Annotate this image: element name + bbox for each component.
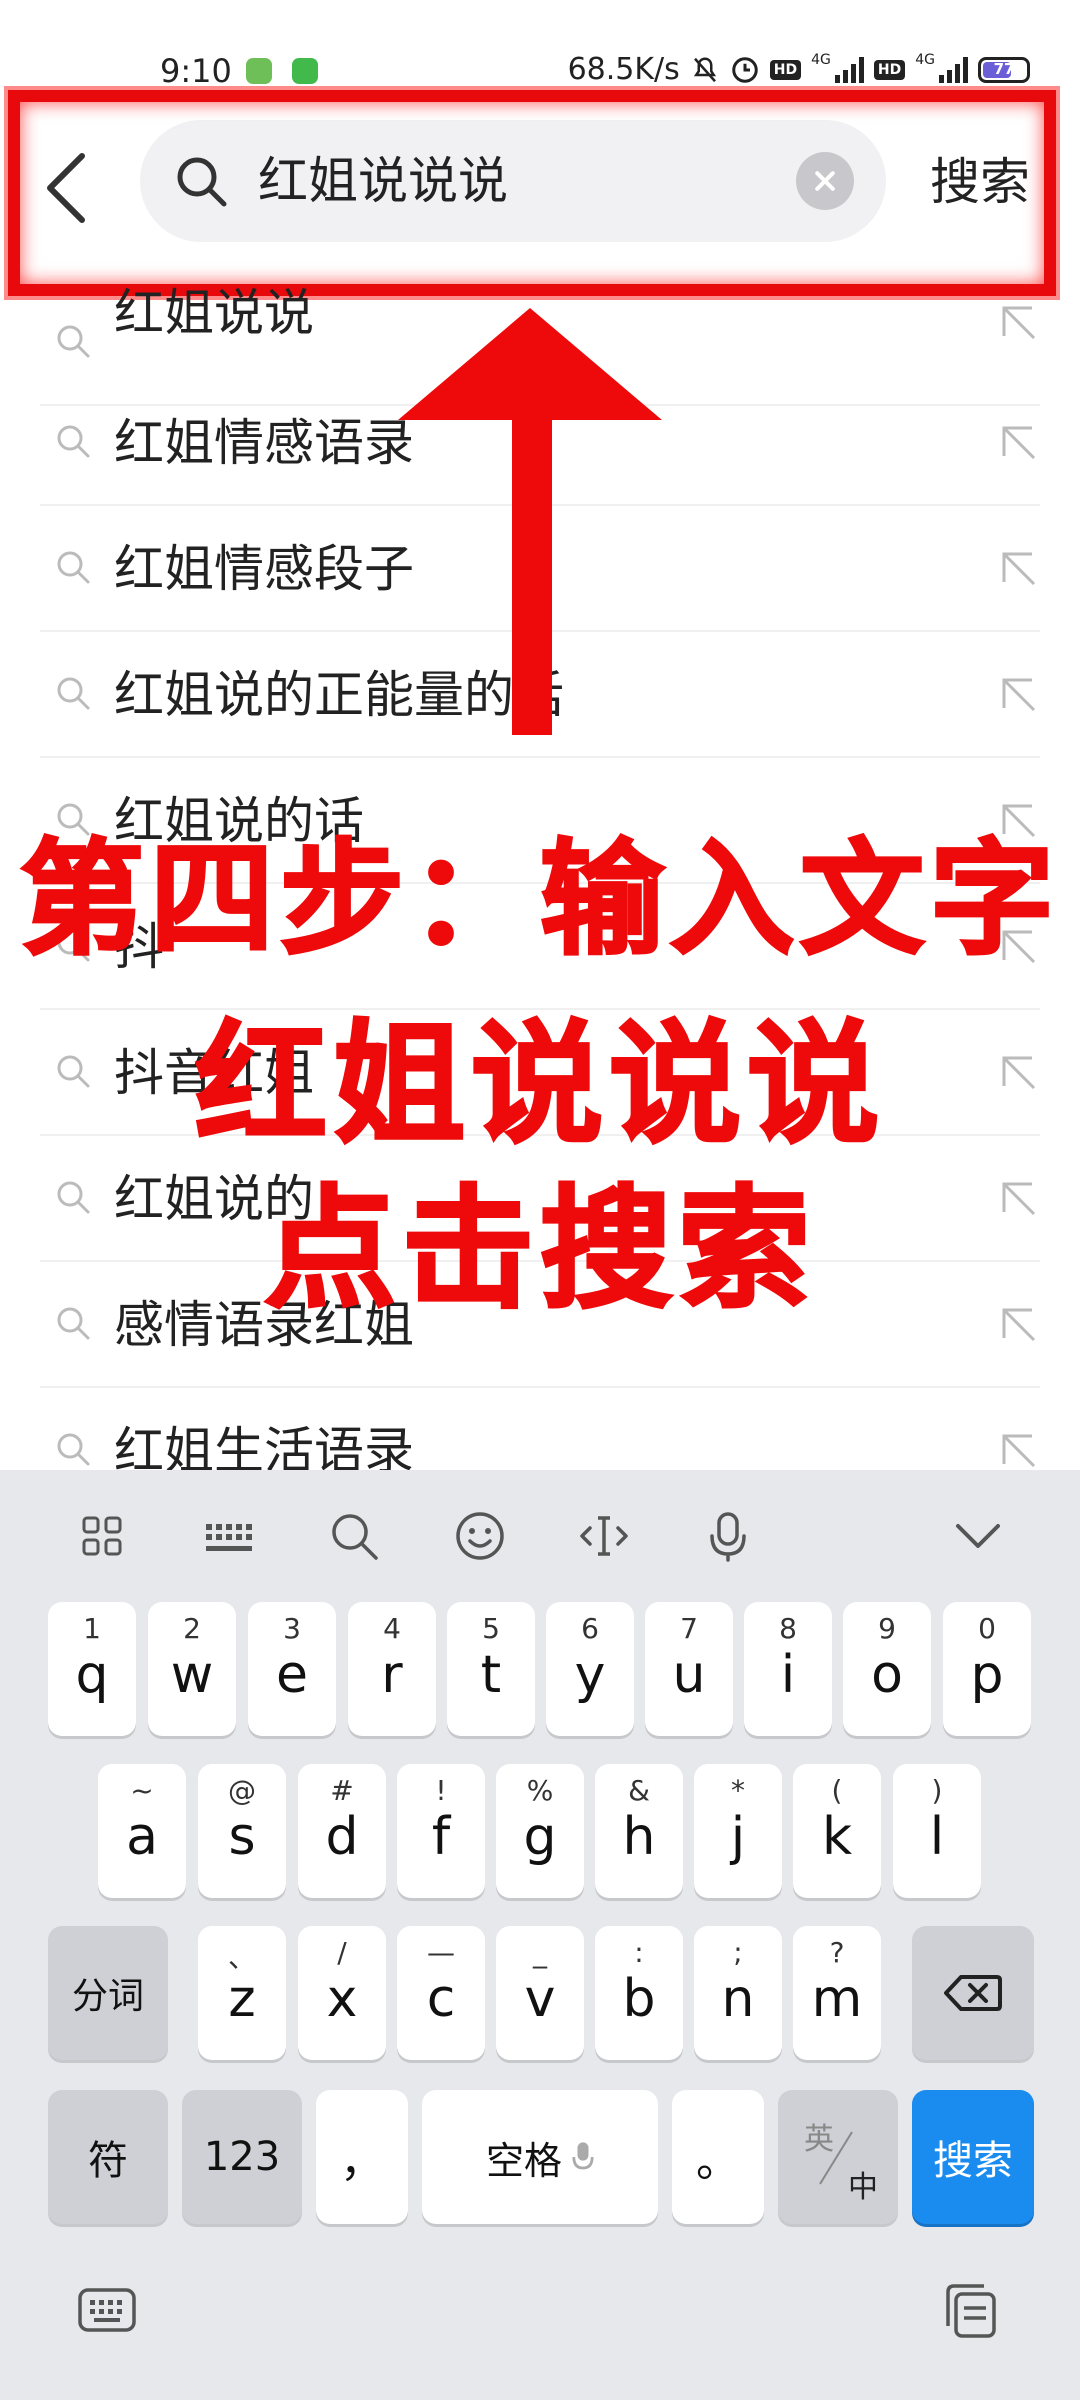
overlay-step-action: 点击搜索 bbox=[263, 1172, 816, 1329]
fill-query-arrow-icon[interactable] bbox=[996, 420, 1040, 464]
key-m[interactable]: ? m bbox=[793, 1926, 881, 2060]
language-switch-key[interactable]: 英 中 bbox=[778, 2090, 898, 2224]
signal-strength-icon-2 bbox=[939, 56, 968, 83]
symbol-key[interactable]: 符 bbox=[48, 2090, 168, 2224]
network-type-label-2: 4G bbox=[915, 52, 935, 68]
space-label: 空格 bbox=[485, 2138, 562, 2183]
microphone-icon[interactable] bbox=[700, 1508, 756, 1564]
clipboard-icon[interactable] bbox=[940, 2280, 1002, 2342]
keyboard-layout-icon[interactable] bbox=[200, 1508, 256, 1564]
notification-app-icon bbox=[246, 58, 272, 84]
period-key[interactable]: 。 bbox=[672, 2090, 764, 2224]
key-b[interactable]: :b bbox=[595, 1926, 683, 2060]
grid-menu-icon[interactable] bbox=[74, 1508, 130, 1564]
backspace-key[interactable] bbox=[912, 1926, 1034, 2060]
chevron-down-icon[interactable] bbox=[950, 1508, 1006, 1564]
hd-badge-2: HD bbox=[873, 59, 906, 80]
overlay-step-query: 红姐说说说 bbox=[194, 1007, 885, 1164]
key-u[interactable]: 7u bbox=[645, 1602, 733, 1736]
space-key[interactable]: 空格 bbox=[422, 2090, 658, 2224]
battery-icon: 77 bbox=[978, 56, 1030, 83]
search-icon bbox=[57, 325, 90, 358]
suggestion-text: 红姐说的正能量的话 bbox=[114, 666, 564, 724]
key-f[interactable]: ! f bbox=[397, 1764, 485, 1898]
network-type-label: 4G bbox=[811, 52, 831, 68]
battery-percent: 77 bbox=[993, 59, 1015, 78]
key-y[interactable]: 6y bbox=[546, 1602, 634, 1736]
word-segment-key[interactable]: 分词 bbox=[48, 1926, 168, 2060]
fill-query-arrow-icon[interactable] bbox=[996, 1428, 1040, 1472]
fill-query-arrow-icon[interactable] bbox=[996, 300, 1040, 344]
microphone-icon bbox=[572, 2142, 594, 2170]
cursor-move-icon[interactable] bbox=[576, 1508, 632, 1564]
key-h[interactable]: & h bbox=[595, 1764, 683, 1898]
key-c[interactable]: — c bbox=[397, 1926, 485, 2060]
keyboard-toolbar bbox=[0, 1470, 1080, 1600]
suggestion-item[interactable]: 红姐情感语录 bbox=[40, 380, 1040, 506]
signal-strength-icon bbox=[834, 56, 864, 83]
suggestion-item[interactable]: 红姐说的正能量的话 bbox=[40, 632, 1040, 758]
key-j[interactable]: * j bbox=[694, 1764, 782, 1898]
key-t[interactable]: 5t bbox=[447, 1602, 535, 1736]
key-p[interactable]: 0p bbox=[943, 1602, 1031, 1736]
key-i[interactable]: 8i bbox=[744, 1602, 832, 1736]
search-icon bbox=[57, 425, 90, 458]
emoji-icon[interactable] bbox=[452, 1508, 508, 1564]
mute-bell-icon bbox=[693, 56, 716, 82]
search-icon bbox=[57, 551, 90, 584]
wechat-notification-icon bbox=[292, 58, 318, 84]
key-a[interactable]: ~ a bbox=[98, 1764, 186, 1898]
key-v[interactable]: _ v bbox=[496, 1926, 584, 2060]
hd-badge: HD bbox=[769, 59, 802, 80]
search-icon[interactable] bbox=[326, 1508, 382, 1564]
suggestion-text: 红姐说说 bbox=[114, 284, 314, 342]
key-n[interactable]: ; n bbox=[694, 1926, 782, 2060]
key-x[interactable]: / x bbox=[298, 1926, 386, 2060]
key-o[interactable]: 9o bbox=[843, 1602, 931, 1736]
key-w[interactable]: 2w bbox=[148, 1602, 236, 1736]
key-e[interactable]: 3e bbox=[248, 1602, 336, 1736]
suggestion-text: 红姐情感段子 bbox=[114, 540, 414, 598]
comma-key[interactable]: ， bbox=[316, 2090, 408, 2224]
key-s[interactable]: @ s bbox=[198, 1764, 286, 1898]
backspace-icon bbox=[944, 1975, 1002, 2011]
search-icon bbox=[57, 1433, 90, 1466]
status-time: 9:10 bbox=[160, 52, 232, 90]
key-g[interactable]: % g bbox=[496, 1764, 584, 1898]
status-right: 68.5K/s HD 4G HD 4G 77 bbox=[568, 52, 1030, 87]
overlay-step-title: 第四步：输入文字 bbox=[18, 827, 1060, 974]
fill-query-arrow-icon[interactable] bbox=[996, 546, 1040, 590]
lang-zh-label: 中 bbox=[848, 2170, 878, 2205]
alarm-clock-icon bbox=[732, 56, 758, 83]
key-z[interactable]: 、 z bbox=[198, 1926, 286, 2060]
suggestion-text: 红姐情感语录 bbox=[114, 414, 414, 472]
key-r[interactable]: 4r bbox=[348, 1602, 436, 1736]
key-k[interactable]: (k bbox=[793, 1764, 881, 1898]
network-speed: 68.5K/s bbox=[567, 52, 680, 87]
highlight-annotation-box bbox=[8, 90, 1056, 296]
key-d[interactable]: # d bbox=[298, 1764, 386, 1898]
fill-query-arrow-icon[interactable] bbox=[996, 672, 1040, 716]
keyboard-search-key[interactable]: 搜索 bbox=[912, 2090, 1034, 2224]
key-q[interactable]: 1q bbox=[48, 1602, 136, 1736]
keyboard-switch-icon[interactable] bbox=[76, 2280, 138, 2342]
search-icon bbox=[57, 677, 90, 710]
soft-keyboard: 1q 2w 3e 4r 5t 6y 7u 8i 9o 0p ~ a @ s # d !… bbox=[0, 1470, 1080, 2400]
key-l[interactable]: ) l bbox=[893, 1764, 981, 1898]
number-key[interactable]: 123 bbox=[182, 2090, 302, 2224]
suggestion-item[interactable]: 红姐情感段子 bbox=[40, 506, 1040, 632]
